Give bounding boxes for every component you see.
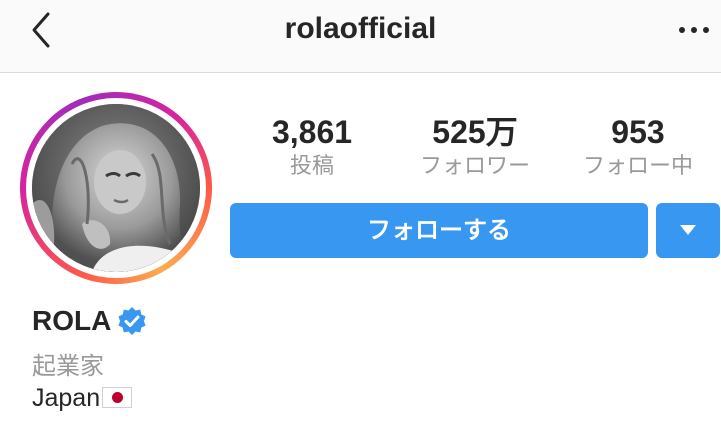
profile-photo — [32, 104, 200, 272]
caret-down-icon — [680, 225, 696, 235]
posts-count: 3,861 — [271, 114, 353, 150]
profile-name: ROLA — [32, 305, 112, 336]
following-count: 953 — [611, 114, 665, 150]
followers-label: フォロワー — [419, 154, 530, 179]
posts-stat[interactable]: 3,861 投稿 — [232, 112, 392, 182]
followers-count: 525万 — [432, 114, 518, 150]
following-stat[interactable]: 953 フォロー中 — [558, 112, 718, 182]
story-ring[interactable] — [20, 92, 212, 284]
top-bar: rolaofficial — [0, 0, 721, 73]
suggested-accounts-dropdown-button[interactable] — [656, 203, 720, 258]
following-label: フォロー中 — [582, 154, 693, 179]
bio-text: Japan — [32, 384, 101, 412]
posts-label: 投稿 — [289, 154, 334, 179]
profile-username-title: rolaofficial — [284, 12, 437, 45]
more-horizontal-icon — [679, 27, 709, 33]
profile-category: 起業家 — [32, 352, 104, 380]
profile-bio: Japan — [32, 384, 133, 413]
verified-badge-icon — [118, 307, 146, 335]
avatar-border — [26, 98, 206, 278]
follow-button[interactable]: フォローする — [230, 203, 648, 258]
more-options-button[interactable] — [676, 20, 712, 40]
avatar[interactable] — [32, 104, 200, 272]
japan-flag-icon — [102, 387, 133, 408]
followers-stat[interactable]: 525万 フォロワー — [395, 112, 555, 182]
